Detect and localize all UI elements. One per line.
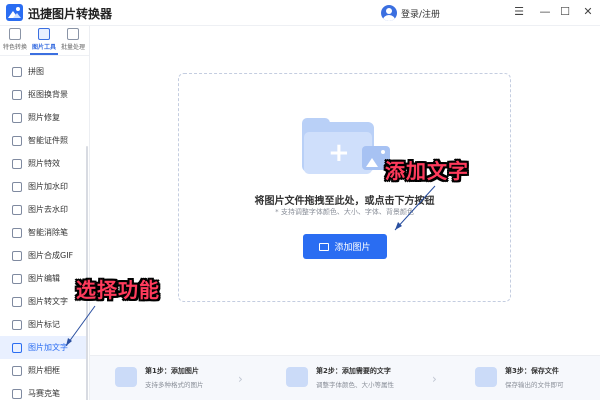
close-button[interactable]: ✕: [580, 5, 596, 18]
add-image-step-icon: [115, 367, 137, 387]
menu-item-label: 智能消除笔: [28, 228, 68, 237]
watermark-icon: [12, 181, 22, 192]
repair-icon: [12, 112, 22, 123]
menu-item-label: 图片标记: [28, 320, 60, 329]
save-step-icon: [475, 367, 497, 387]
tab-label: 特色转换: [2, 44, 27, 51]
tab-image-tools[interactable]: 图片工具: [30, 26, 58, 55]
drop-zone-title: 将图片文件拖拽至此处，或点击下方按钮: [254, 196, 435, 207]
mosaic-icon: [12, 388, 22, 399]
step-title: 第2步：添加需要的文字: [316, 367, 391, 375]
menu-item-remove-watermark[interactable]: 图片去水印: [0, 198, 88, 221]
menu-item-add-watermark[interactable]: 图片加水印: [0, 175, 88, 198]
maximize-button[interactable]: ☐: [557, 5, 573, 18]
app-logo-icon: [6, 4, 23, 21]
ocr-icon: [12, 296, 22, 307]
menu-item-label: 图片编辑: [28, 274, 60, 283]
step-desc: 支持多种格式的图片: [145, 381, 204, 389]
drop-zone-hint: * 支持调整字体颜色、大小、字体、背景颜色: [275, 208, 414, 216]
app-title: 迅捷图片转换器: [28, 7, 113, 21]
menu-item-label: 照片相框: [28, 366, 60, 375]
add-image-label: 添加图片: [334, 243, 371, 253]
menu-item-label: 图片加文字: [28, 343, 68, 352]
edit-text-step-icon: [286, 367, 308, 387]
edit-icon: [12, 273, 22, 284]
menu-item-puzzle[interactable]: 拼图: [0, 60, 88, 83]
menu-item-label: 抠图换背景: [28, 90, 68, 99]
eraser-icon: [12, 227, 22, 238]
menu-item-gif[interactable]: 图片合成GIF: [0, 244, 88, 267]
puzzle-icon: [12, 66, 22, 77]
tab-label: 图片工具: [31, 44, 56, 51]
menu-item-label: 照片特效: [28, 159, 60, 168]
annotation-select-function: 选择功能: [76, 278, 160, 302]
annotation-add-text: 添加文字: [385, 159, 469, 183]
frame-icon: [12, 365, 22, 376]
chevron-right-icon: ›: [432, 372, 437, 386]
menu-item-eraser[interactable]: 智能消除笔: [0, 221, 88, 244]
sidebar-top-tabs: 特色转换 图片工具 批量处理: [0, 26, 89, 56]
tab-featured-conversion[interactable]: 特色转换: [1, 26, 29, 55]
menu-item-add-text[interactable]: 图片加文字: [0, 336, 88, 359]
step-desc: 调整字体颜色、大小等属性: [316, 381, 394, 389]
effects-icon: [12, 158, 22, 169]
folder-image-icon: +: [302, 118, 392, 182]
menu-item-label: 拼图: [28, 67, 44, 76]
menu-item-image-mark[interactable]: 图片标记: [0, 313, 88, 336]
mark-icon: [12, 319, 22, 330]
menu-item-label: 智能证件照: [28, 136, 68, 145]
user-avatar-icon: [381, 5, 397, 21]
menu-item-label: 图片转文字: [28, 297, 68, 306]
image-tools-icon: [38, 28, 50, 40]
title-bar: 迅捷图片转换器 登录/注册 ☰ — ☐ ✕: [0, 0, 600, 26]
gif-icon: [12, 250, 22, 261]
sidebar-scrollbar[interactable]: [86, 146, 88, 400]
file-drop-zone[interactable]: [178, 73, 511, 302]
add-text-icon: [12, 342, 22, 353]
menu-icon[interactable]: ☰: [511, 5, 527, 18]
tool-menu: 拼图 抠图换背景 照片修复 智能证件照 照片特效 图片加水印 图片去水印 智能消…: [0, 60, 88, 400]
menu-item-cutout[interactable]: 抠图换背景: [0, 83, 88, 106]
sidebar: 特色转换 图片工具 批量处理 拼图 抠图换背景 照片修复 智能证件照 照片特效 …: [0, 26, 90, 400]
menu-item-photo-frame[interactable]: 照片相框: [0, 359, 88, 382]
step-desc: 保存输出的文件即可: [505, 381, 564, 389]
menu-item-mosaic[interactable]: 马赛克笔: [0, 382, 88, 400]
id-photo-icon: [12, 135, 22, 146]
menu-item-image-to-text[interactable]: 图片转文字: [0, 290, 88, 313]
menu-item-photo-effects[interactable]: 照片特效: [0, 152, 88, 175]
menu-item-label: 图片加水印: [28, 182, 68, 191]
menu-item-image-edit[interactable]: 图片编辑: [0, 267, 88, 290]
steps-bar: 第1步：添加图片 支持多种格式的图片 › 第2步：添加需要的文字 调整字体颜色、…: [90, 355, 600, 400]
step-title: 第3步：保存文件: [505, 367, 559, 375]
menu-item-id-photo[interactable]: 智能证件照: [0, 129, 88, 152]
add-image-button[interactable]: 添加图片: [303, 234, 387, 259]
menu-item-label: 照片修复: [28, 113, 60, 122]
image-icon: [319, 242, 330, 251]
step-title: 第1步：添加图片: [145, 367, 199, 375]
menu-item-photo-repair[interactable]: 照片修复: [0, 106, 88, 129]
remove-watermark-icon: [12, 204, 22, 215]
login-label: 登录/注册: [401, 9, 441, 20]
cutout-icon: [12, 89, 22, 100]
menu-item-label: 图片去水印: [28, 205, 68, 214]
menu-item-label: 图片合成GIF: [28, 251, 74, 260]
minimize-button[interactable]: —: [537, 5, 553, 18]
menu-item-label: 马赛克笔: [28, 389, 60, 398]
login-button[interactable]: 登录/注册: [381, 3, 440, 23]
chevron-right-icon: ›: [238, 372, 243, 386]
tab-label: 批量处理: [60, 44, 85, 51]
tab-batch-processing[interactable]: 批量处理: [59, 26, 87, 55]
star-icon: [9, 28, 21, 40]
batch-icon: [67, 28, 79, 40]
